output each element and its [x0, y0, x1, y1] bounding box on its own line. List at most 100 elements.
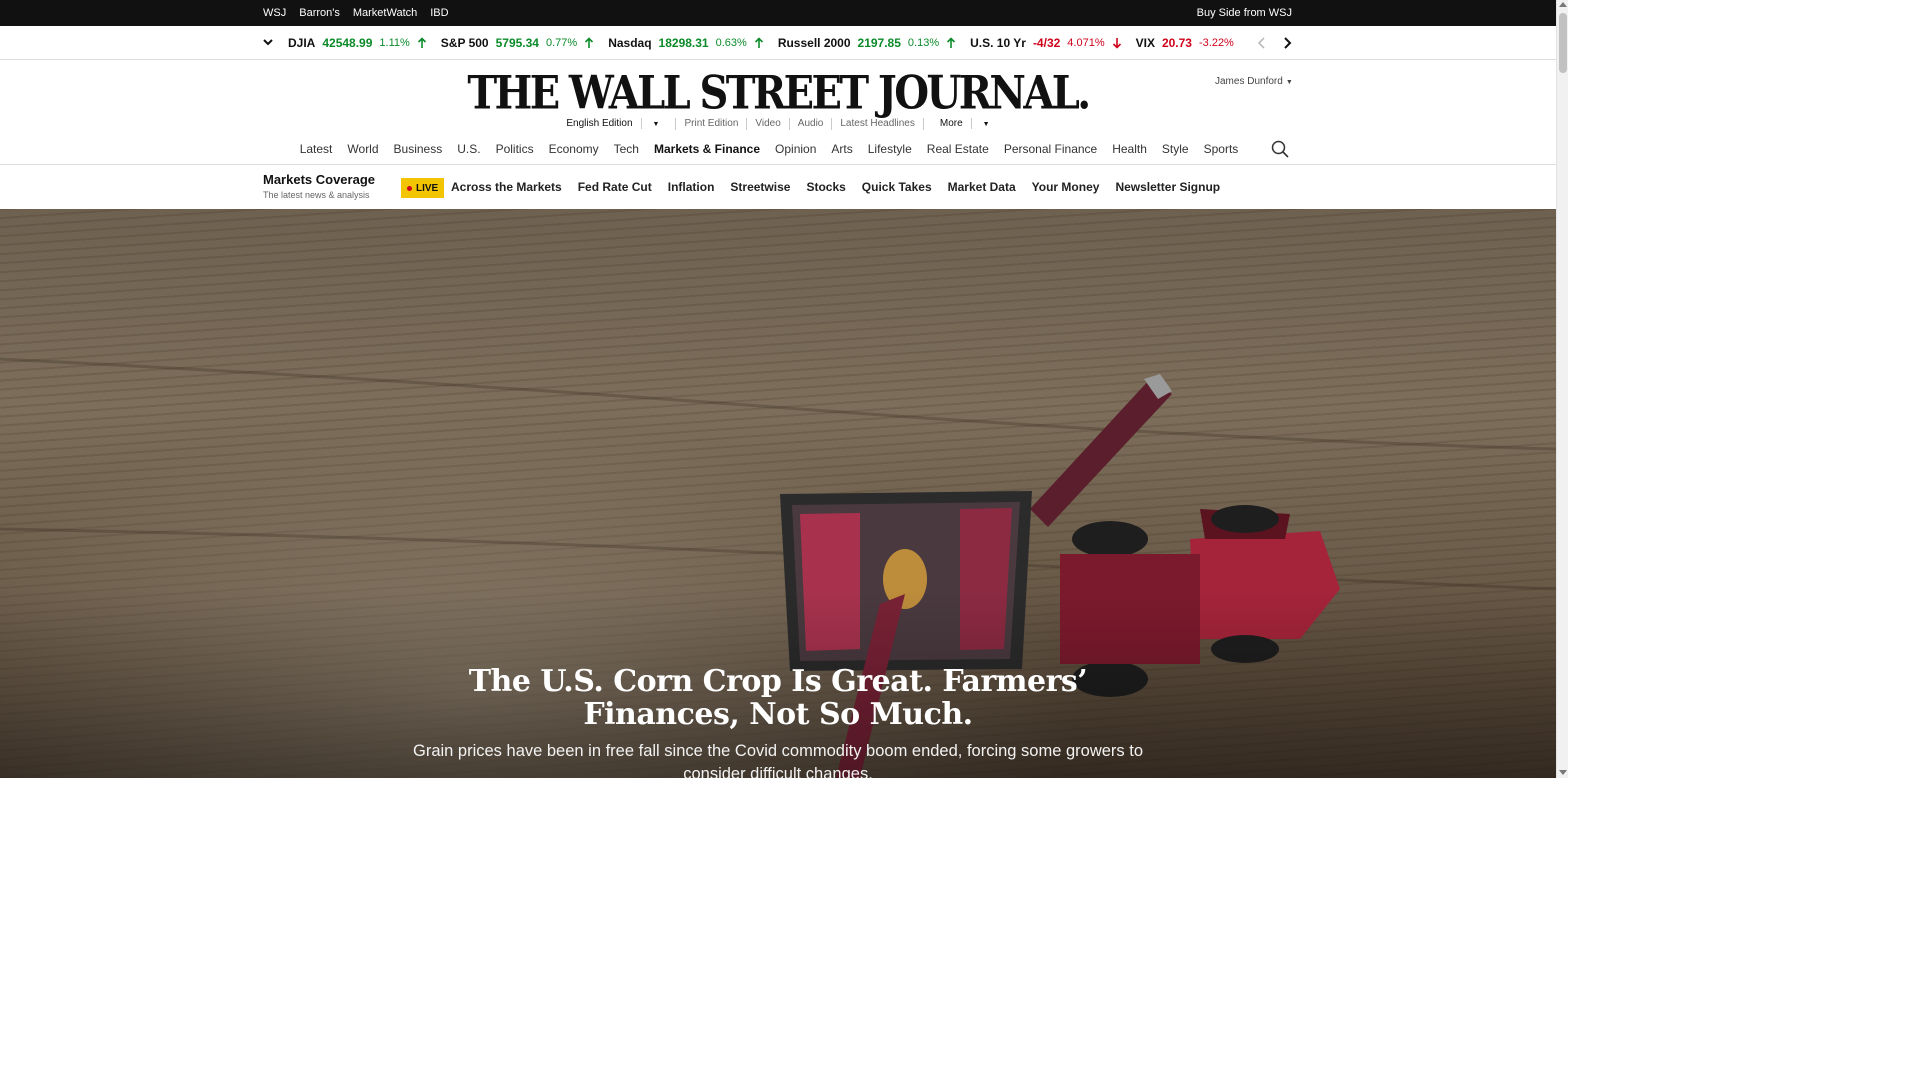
arrow-up-icon	[417, 37, 426, 48]
nav-item-arts[interactable]: Arts	[831, 142, 852, 156]
live-badge[interactable]: LIVE	[401, 178, 445, 198]
nav-item-sports[interactable]: Sports	[1204, 142, 1239, 156]
ticker-item-vix[interactable]: VIX 20.73 -3.22%	[1136, 36, 1242, 50]
chevron-left-icon[interactable]	[1256, 36, 1268, 50]
section-link-market-data[interactable]: Market Data	[948, 180, 1016, 194]
chevron-right-icon[interactable]	[1281, 36, 1293, 50]
nav-item-business[interactable]: Business	[394, 142, 443, 156]
caret-down-icon: ▼	[1285, 79, 1293, 86]
ticker-name: Russell 2000	[777, 36, 851, 50]
ticker-item-russell-2000[interactable]: Russell 2000 2197.85 0.13%	[778, 36, 956, 50]
caret-down-icon: ▼	[982, 121, 990, 128]
audio-link[interactable]: Audio	[790, 118, 833, 130]
ticker-value: 2197.85	[857, 36, 901, 50]
hero-article[interactable]: The U.S. Corn Crop Is Great. Farmers’ Fi…	[0, 209, 1556, 778]
search-icon[interactable]	[1271, 140, 1289, 158]
masthead: THE WALL STREET JOURNAL. James Dunford ▼ …	[0, 60, 1556, 132]
nav-item-health[interactable]: Health	[1112, 142, 1147, 156]
network-link-wsj[interactable]: WSJ	[263, 7, 286, 19]
section-link-newsletter-signup[interactable]: Newsletter Signup	[1115, 180, 1220, 194]
section-link-inflation[interactable]: Inflation	[668, 180, 715, 194]
nav-item-u-s[interactable]: U.S.	[457, 142, 480, 156]
section-link-your-money[interactable]: Your Money	[1032, 180, 1100, 194]
hero-dek: Grain prices have been in free fall sinc…	[412, 742, 1144, 778]
live-label: LIVE	[416, 182, 439, 194]
ticker-name: Nasdaq	[608, 36, 652, 50]
nav-item-style[interactable]: Style	[1162, 142, 1189, 156]
hero-headline[interactable]: The U.S. Corn Crop Is Great. Farmers’ Fi…	[390, 665, 1166, 731]
caret-down-icon: ▼	[652, 121, 660, 128]
wsj-logo[interactable]: THE WALL STREET JOURNAL.	[0, 66, 1556, 120]
ticker-value: 42548.99	[322, 36, 373, 50]
network-bar: WSJ Barron's MarketWatch IBD Buy Side fr…	[0, 0, 1556, 26]
ticker-item-djia[interactable]: DJIA 42548.99 1.11%	[288, 36, 427, 50]
video-link[interactable]: Video	[747, 118, 790, 130]
ticker-item-sandp-500[interactable]: S&P 500 5795.34 0.77%	[441, 36, 594, 50]
edition-subnav: English Edition ▼ Print Edition Video Aud…	[0, 118, 1556, 130]
section-bar: Markets Coverage The latest news & analy…	[0, 165, 1556, 209]
network-link-ibd[interactable]: IBD	[430, 7, 448, 19]
ticker-change: 0.63%	[715, 37, 747, 49]
network-links: WSJ Barron's MarketWatch IBD	[263, 0, 449, 26]
nav-item-tech[interactable]: Tech	[614, 142, 639, 156]
section-subtitle: The latest news & analysis	[263, 190, 370, 200]
more-menu[interactable]: More ▼	[924, 118, 1006, 130]
arrow-up-icon	[585, 37, 594, 48]
section-link-fed-rate-cut[interactable]: Fed Rate Cut	[578, 180, 652, 194]
ticker-change: 0.77%	[545, 37, 578, 49]
ticker-value: 18298.31	[658, 36, 709, 50]
print-edition-link[interactable]: Print Edition	[676, 118, 748, 130]
nav-item-personal-finance[interactable]: Personal Finance	[1004, 142, 1097, 156]
chevron-down-icon[interactable]	[262, 36, 274, 48]
buy-side-link[interactable]: Buy Side from WSJ	[1197, 0, 1292, 26]
section-links: Across the Markets Fed Rate Cut Inflation S…	[451, 165, 1220, 209]
main-nav: Latest World Business U.S. Politics Economy Te…	[0, 132, 1556, 165]
nav-item-world[interactable]: World	[347, 142, 378, 156]
arrow-down-icon	[1112, 38, 1121, 49]
user-name: James Dunford	[1215, 76, 1283, 87]
scroll-down-icon[interactable]	[1559, 770, 1567, 775]
ticker-name: U.S. 10 Yr	[970, 36, 1026, 50]
ticker-change: 4.071%	[1067, 37, 1105, 49]
arrow-up-icon	[947, 37, 956, 48]
section-link-quick-takes[interactable]: Quick Takes	[862, 180, 932, 194]
live-dot-icon	[407, 185, 412, 191]
network-link-barrons[interactable]: Barron's	[299, 7, 340, 19]
edition-selector[interactable]: English Edition ▼	[550, 118, 677, 130]
ticker-name: VIX	[1135, 36, 1155, 50]
user-menu[interactable]: James Dunford ▼	[1215, 76, 1293, 87]
section-link-streetwise[interactable]: Streetwise	[730, 180, 790, 194]
market-ticker: DJIA 42548.99 1.11% S&P 500 5795.34 0.77% Nasd…	[0, 26, 1556, 60]
edition-label: English Edition	[558, 118, 642, 129]
latest-headlines-link[interactable]: Latest Headlines	[832, 118, 924, 130]
nav-item-real-estate[interactable]: Real Estate	[927, 142, 989, 156]
nav-item-lifestyle[interactable]: Lifestyle	[868, 142, 912, 156]
page-scrollbar[interactable]	[1556, 0, 1568, 778]
scroll-up-icon[interactable]	[1559, 2, 1567, 7]
ticker-change: -3.22%	[1198, 37, 1234, 49]
ticker-value: -4/32	[1032, 36, 1061, 50]
section-title[interactable]: Markets Coverage	[263, 172, 375, 187]
main-nav-items: Latest World Business U.S. Politics Economy Te…	[0, 132, 1538, 165]
ticker-change: 1.11%	[379, 37, 410, 49]
arrow-up-icon	[754, 37, 763, 48]
nav-item-latest[interactable]: Latest	[300, 142, 333, 156]
nav-item-politics[interactable]: Politics	[496, 142, 534, 156]
network-link-marketwatch[interactable]: MarketWatch	[353, 7, 417, 19]
ticker-track: DJIA 42548.99 1.11% S&P 500 5795.34 0.77% Nasd…	[288, 26, 1242, 60]
section-link-across-the-markets[interactable]: Across the Markets	[451, 180, 562, 194]
more-label: More	[931, 118, 972, 129]
ticker-name: DJIA	[288, 36, 316, 50]
section-link-stocks[interactable]: Stocks	[806, 180, 845, 194]
ticker-value: 5795.34	[495, 36, 539, 50]
ticker-name: S&P 500	[440, 36, 489, 50]
ticker-change: 0.13%	[907, 37, 940, 49]
nav-item-opinion[interactable]: Opinion	[775, 142, 816, 156]
nav-item-economy[interactable]: Economy	[549, 142, 599, 156]
nav-item-markets-and-finance[interactable]: Markets & Finance	[654, 142, 760, 156]
ticker-item-nasdaq[interactable]: Nasdaq 18298.31 0.63%	[608, 36, 764, 50]
scrollbar-thumb[interactable]	[1559, 13, 1567, 73]
arrow-down-icon	[1241, 44, 1242, 45]
ticker-item-u-s-10-yr[interactable]: U.S. 10 Yr -4/32 4.071%	[970, 36, 1121, 50]
ticker-value: 20.73	[1161, 36, 1192, 50]
